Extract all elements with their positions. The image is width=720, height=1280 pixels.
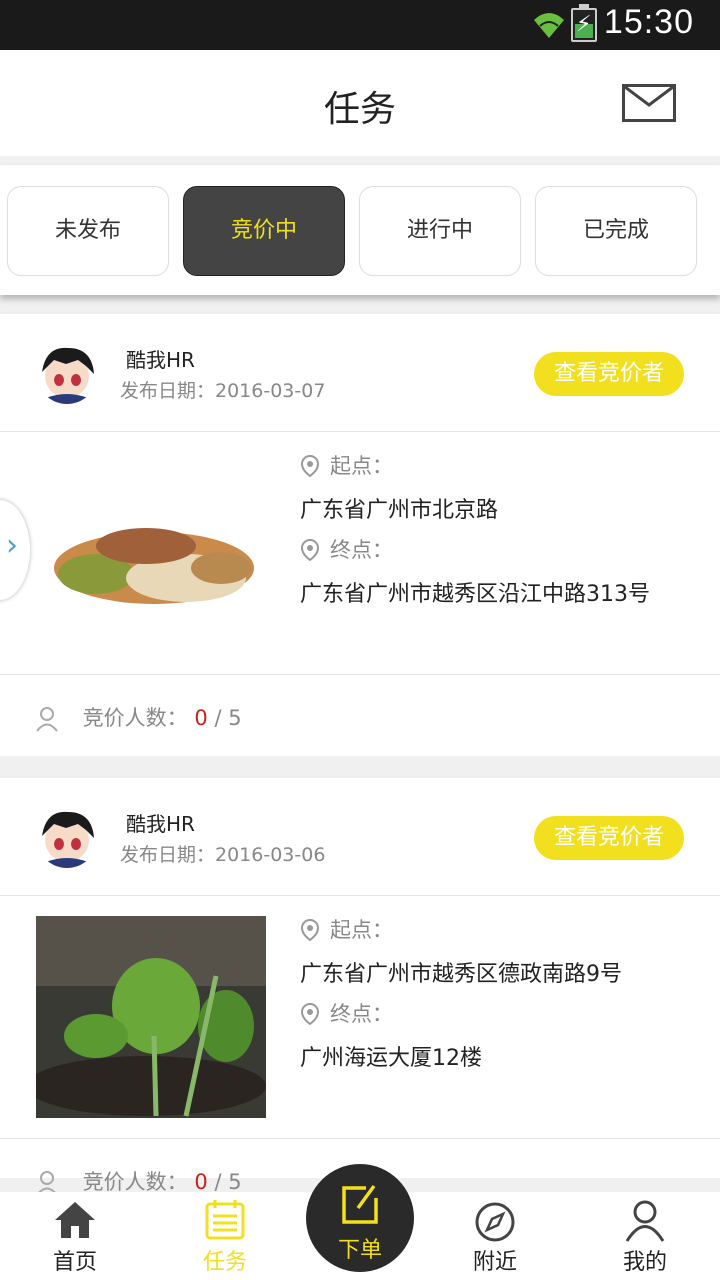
bid-total: / 5 [214,1170,242,1194]
end-label: 终点： [330,1002,393,1026]
nav-label: 首页 [52,1250,97,1275]
tab-in-progress[interactable]: 进行中 [359,186,521,276]
avatar [36,806,98,868]
bid-count: 0 [194,1170,208,1194]
tab-completed[interactable]: 已完成 [535,186,697,276]
status-bar: ⚡ 15:30 [0,0,720,50]
status-tabs: 未发布 竞价中 进行中 已完成 [0,165,720,295]
end-point-icon [300,538,320,562]
nav-label: 任务 [202,1250,247,1275]
divider [0,674,720,675]
nav-tasks[interactable]: 任务 [165,1192,285,1280]
task-card[interactable]: 酷我HR 发布日期：2016-03-07 查看竞价者 起点： 广东省广州市北京路… [0,314,720,756]
bid-count: 0 [194,706,208,730]
compass-icon [475,1202,515,1242]
person-icon [36,707,58,732]
end-address: 广州海运大厦12楼 [300,1046,482,1071]
place-order-button[interactable]: 下单 [306,1164,414,1272]
task-image [36,456,266,658]
task-card[interactable]: 酷我HR 发布日期：2016-03-06 查看竞价者 起点： 广东省广州市越秀区… [0,778,720,1196]
nav-home[interactable]: 首页 [15,1192,135,1280]
bid-count-row: 竞价人数： 0 / 5 [36,702,242,732]
nav-label: 附近 [472,1250,517,1275]
start-label: 起点： [330,918,393,942]
task-list-icon [205,1200,245,1240]
tab-bidding[interactable]: 竞价中 [183,186,345,276]
poster-name: 酷我HR [126,812,195,836]
user-icon [625,1200,665,1242]
home-icon [55,1202,95,1238]
end-address: 广东省广州市越秀区沿江中路313号 [300,582,650,607]
wifi-icon [534,13,564,38]
edit-icon [342,1184,378,1224]
bid-total: / 5 [214,706,242,730]
start-point-icon [300,454,320,478]
bid-count-label: 竞价人数： [82,1170,188,1194]
chevron-right-icon: › [6,528,18,563]
tab-unpublished[interactable]: 未发布 [7,186,169,276]
end-label: 终点： [330,538,393,562]
divider [0,1138,720,1139]
nav-mine[interactable]: 我的 [585,1192,705,1280]
poster-name: 酷我HR [126,348,195,372]
start-address: 广东省广州市北京路 [300,498,499,523]
divider [0,895,720,896]
status-time: 15:30 [603,3,694,41]
nav-label: 我的 [622,1250,667,1275]
start-point-icon [300,918,320,942]
nav-nearby[interactable]: 附近 [435,1192,555,1280]
place-order-label: 下单 [337,1238,382,1263]
task-image [36,916,266,1118]
start-address: 广东省广州市越秀区德政南路9号 [300,962,622,987]
view-bidders-button[interactable]: 查看竞价者 [534,816,684,860]
mail-icon[interactable] [622,84,676,122]
app-header: 任务 [0,50,720,156]
page-title: 任务 [323,89,396,130]
divider [0,431,720,432]
avatar [36,342,98,404]
publish-date: 发布日期：2016-03-07 [120,380,326,402]
start-label: 起点： [330,454,393,478]
publish-date: 发布日期：2016-03-06 [120,844,326,866]
end-point-icon [300,1002,320,1026]
bid-count-label: 竞价人数： [82,706,188,730]
view-bidders-button[interactable]: 查看竞价者 [534,352,684,396]
battery-icon: ⚡ [571,4,597,42]
